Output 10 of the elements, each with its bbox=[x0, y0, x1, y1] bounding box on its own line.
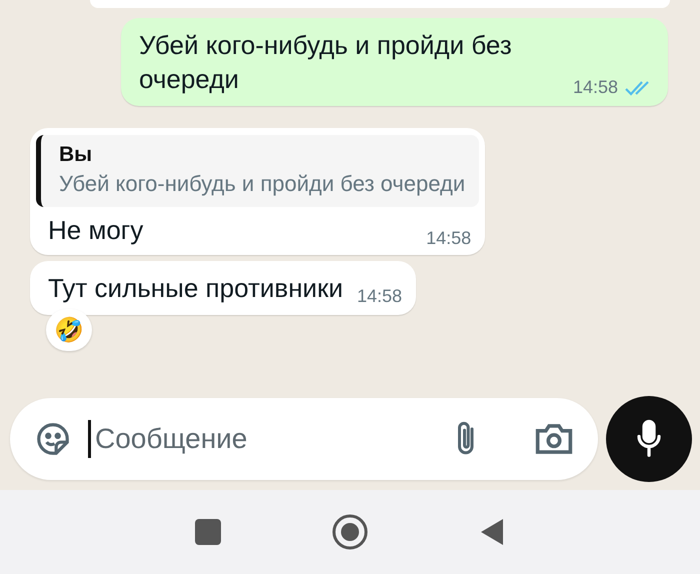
message-text: Не могу bbox=[48, 214, 144, 247]
message-time: 14:58 bbox=[426, 228, 472, 249]
message-time: 14:58 bbox=[572, 77, 618, 98]
message-field[interactable]: Сообщение bbox=[93, 422, 436, 456]
quote-text: Убей кого-нибудь и пройди без очереди bbox=[59, 171, 466, 197]
quote-author: Вы bbox=[59, 143, 94, 167]
message-text: Убей кого-нибудь и пройди без очереди bbox=[138, 29, 513, 96]
reaction-emoji[interactable]: 🤣 bbox=[46, 309, 92, 351]
message-time: 14:58 bbox=[356, 286, 402, 307]
message-text: Тут сильные противники bbox=[48, 272, 343, 305]
